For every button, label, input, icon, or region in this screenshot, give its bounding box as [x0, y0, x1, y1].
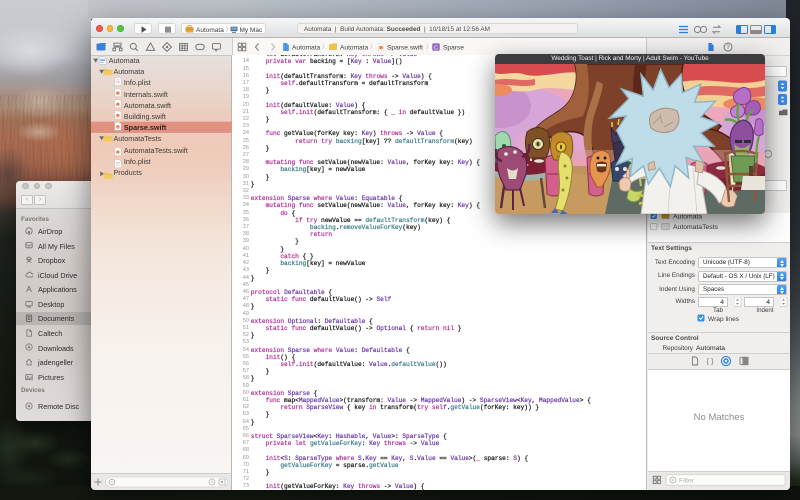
- svg-text:Automata: Automata: [340, 44, 369, 51]
- svg-text:My Mac: My Mac: [240, 27, 264, 34]
- svg-text:Automata: Automata: [292, 44, 321, 51]
- svg-text:〉: 〉: [322, 44, 328, 51]
- svg-text:Automata: Automata: [673, 213, 702, 220]
- svg-text:Sparse.swift: Sparse.swift: [387, 44, 423, 51]
- svg-text:AutomataTests: AutomataTests: [673, 224, 719, 231]
- svg-text:Sparse: Sparse: [443, 44, 464, 51]
- svg-text:〉: 〉: [370, 44, 376, 51]
- svg-text:〉: 〉: [426, 44, 432, 51]
- svg-text:C: C: [434, 45, 438, 51]
- svg-text:Wrap lines: Wrap lines: [708, 316, 740, 323]
- svg-text:Filter: Filter: [679, 478, 695, 485]
- svg-text:Automata: Automata: [196, 27, 224, 34]
- svg-text:{ }: { }: [706, 357, 714, 366]
